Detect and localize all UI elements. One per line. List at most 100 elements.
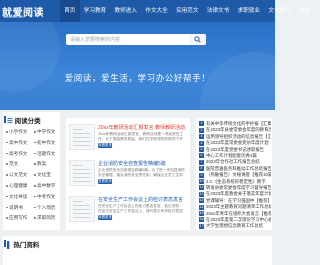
thumbnail-text-line: [73, 209, 90, 210]
article-description: 在安全生产工作会议上的检讨表态发言。各位领导：在这次安全生产工作会议上，我代表公…: [98, 204, 183, 213]
category-label: 话题作文: [37, 150, 56, 156]
nav-item[interactable]: 法律文书: [203, 0, 234, 22]
category-label: 中考作文: [37, 193, 56, 199]
thumbnail-text-line: [73, 217, 90, 218]
search-input[interactable]: [70, 34, 180, 45]
category-link[interactable]: 高中数学: [34, 183, 55, 189]
hero-banner: 爱阅读，爱生活，学习办公好帮手！: [0, 22, 275, 110]
document-thumbnail[interactable]: [69, 160, 95, 186]
category-link[interactable]: 说明书: [6, 205, 23, 211]
category-link[interactable]: 文化导读: [6, 194, 27, 200]
title-accent: [4, 240, 6, 247]
search-box: [66, 34, 206, 45]
thumbnail-text-line: [73, 137, 90, 138]
bullet-icon: [6, 131, 8, 133]
view-more-button[interactable]: 查看更多: [98, 215, 112, 220]
search-button[interactable]: [189, 34, 206, 45]
site-logo-subtitle: www.92to.com: [4, 15, 24, 19]
hot-panel-title-text: 热门资料: [13, 242, 40, 249]
category-label: 中学作文: [37, 129, 56, 134]
category-link[interactable]: 求职简历: [34, 215, 55, 221]
title-accent: [4, 116, 6, 123]
category-link[interactable]: 文化宝: [34, 172, 51, 178]
document-thumbnail[interactable]: [69, 196, 95, 222]
category-link[interactable]: 话题作文: [34, 151, 55, 157]
view-more-button[interactable]: 查看更多: [98, 143, 112, 148]
nav-item[interactable]: 学习教育: [80, 0, 111, 22]
nav-item[interactable]: 求职就业: [233, 0, 264, 22]
ranking-list-item[interactable]: 17 大学生理想信念教育工作总结: [199, 223, 271, 229]
category-link[interactable]: 应用写作: [6, 215, 27, 221]
top-navigation-bar: 就爱阅读 www.92to.com 首页 学习教育 教师进入 作文大全 实用范文 法律文书…: [0, 0, 310, 22]
bullet-icon: [6, 152, 8, 155]
thumbnail-text-line: [73, 213, 90, 214]
article-item[interactable]: 企业消防安全自查报告精编5篇 企业消防安全自查报告精编5篇。为了进一步加强消防安全…: [69, 158, 187, 192]
search-icon: [194, 36, 201, 43]
category-link[interactable]: 教案: [34, 161, 46, 167]
category-link[interactable]: 公文范文: [6, 172, 27, 178]
rank-number-badge: 2: [199, 127, 204, 133]
category-link[interactable]: 初中作文: [34, 140, 55, 146]
bullet-icon: [6, 195, 8, 198]
category-label: 教案: [37, 161, 47, 167]
article-title[interactable]: 在安全生产工作会议上的检讨表态发言: [98, 196, 183, 203]
document-thumbnail[interactable]: [69, 124, 95, 150]
category-link[interactable]: 高考作文: [6, 151, 27, 157]
nav-item[interactable]: 教师进入: [110, 0, 141, 22]
category-link[interactable]: 心理健康: [6, 183, 27, 189]
category-label: 个人简历: [37, 204, 56, 210]
view-more-button[interactable]: 查看更多: [98, 179, 112, 184]
ranking-item-title: 转发县委常委会年度学习督导报告: [206, 185, 271, 190]
bullet-icon: [34, 152, 36, 155]
category-label: 心理健康: [9, 183, 28, 188]
ranking-item-title: 运用领导组织活动的信息报告【汇集】: [206, 133, 271, 139]
category-link[interactable]: 范文: [6, 161, 18, 167]
bullet-icon: [6, 141, 8, 144]
rank-number-badge: 13: [199, 198, 204, 204]
category-link[interactable]: 个人简历: [34, 205, 55, 211]
rank-number-badge: 15: [199, 210, 204, 216]
bullet-icon: [34, 174, 36, 176]
ranking-item-title: 医院普遍医务科推动工作总结报告: [206, 165, 271, 171]
category-panel-title-text: 阅读分类: [14, 118, 41, 125]
thumbnail-text-line: [73, 129, 83, 130]
rank-number-badge: 1: [199, 121, 204, 127]
bullet-icon: [34, 217, 36, 219]
category-link[interactable]: 小学作文: [6, 129, 27, 135]
rank-number-badge: 6: [199, 153, 204, 159]
article-item[interactable]: 在安全生产工作会议上的检讨表态发言 在安全生产工作会议上的检讨表态发言。各位领导：…: [69, 194, 187, 228]
category-link[interactable]: 中考作文: [34, 194, 55, 200]
nav-item[interactable]: 实用范文: [172, 0, 203, 22]
main-nav: 首页 学习教育 教师进入 作文大全 实用范文 法律文书 求职就业 文化娱乐 资料: [60, 0, 315, 22]
nav-item[interactable]: 文化娱乐: [264, 0, 295, 22]
rank-number-badge: 4: [199, 140, 204, 146]
article-title[interactable]: 20xx年教研活动汇报发言 教师教研活动: [98, 124, 185, 131]
category-link[interactable]: 中学作文: [34, 129, 55, 135]
ranking-item-title: 大学生理想信念教育工作总结: [206, 223, 264, 229]
bullet-icon: [34, 163, 36, 165]
hot-panel-title: ▌ 热门资料: [7, 239, 39, 249]
bullet-icon: [34, 185, 36, 187]
category-label: 小学作文: [9, 129, 28, 134]
thumbnail-text-line: [73, 201, 83, 202]
category-label: 求职简历: [37, 215, 56, 221]
bullet-icon: [34, 141, 36, 144]
ranking-item-title: （热敏报告）文秘讲座【推荐10篇】: [206, 172, 271, 178]
ranking-item-title: 在2023年县委常委会年度的教育改革: [206, 127, 271, 133]
article-title[interactable]: 企业消防安全自查报告精编5篇: [98, 160, 166, 167]
ranking-item-title: 党课辅导：在学习强国中【推荐】: [206, 197, 271, 203]
rank-number-badge: 7: [199, 159, 204, 165]
article-description: 企业消防安全自查报告精编5篇。为了进一步加强消防安全管理，落实消防安全责任制，确…: [98, 168, 185, 177]
nav-item[interactable]: 作文大全: [141, 0, 172, 22]
category-label: 初中作文: [37, 139, 56, 145]
thumbnail-text-line: [73, 133, 90, 134]
article-description: 20xx年教研活动汇报发言。教研活动是一项经常性工作，为了提高教学质量，我们在学…: [98, 132, 184, 141]
ranking-item-title: 在2023年度第二次理论学习中心组: [206, 217, 271, 222]
category-label: 文化导读: [9, 193, 28, 199]
nav-item[interactable]: 资料: [295, 0, 315, 22]
category-label: 高考作文: [9, 150, 28, 156]
nav-item[interactable]: 首页: [60, 0, 80, 22]
article-item[interactable]: 20xx年教研活动汇报发言 教师教研活动 20xx年教研活动汇报发言。教研活动是一…: [69, 122, 187, 156]
category-link[interactable]: 高中作文: [6, 140, 27, 146]
category-panel: ☰ 阅读分类 小学作文 中学作文 高中作文 初中作文 高考作文 话题作文 范文 教案 公文范文文…: [3, 112, 60, 230]
